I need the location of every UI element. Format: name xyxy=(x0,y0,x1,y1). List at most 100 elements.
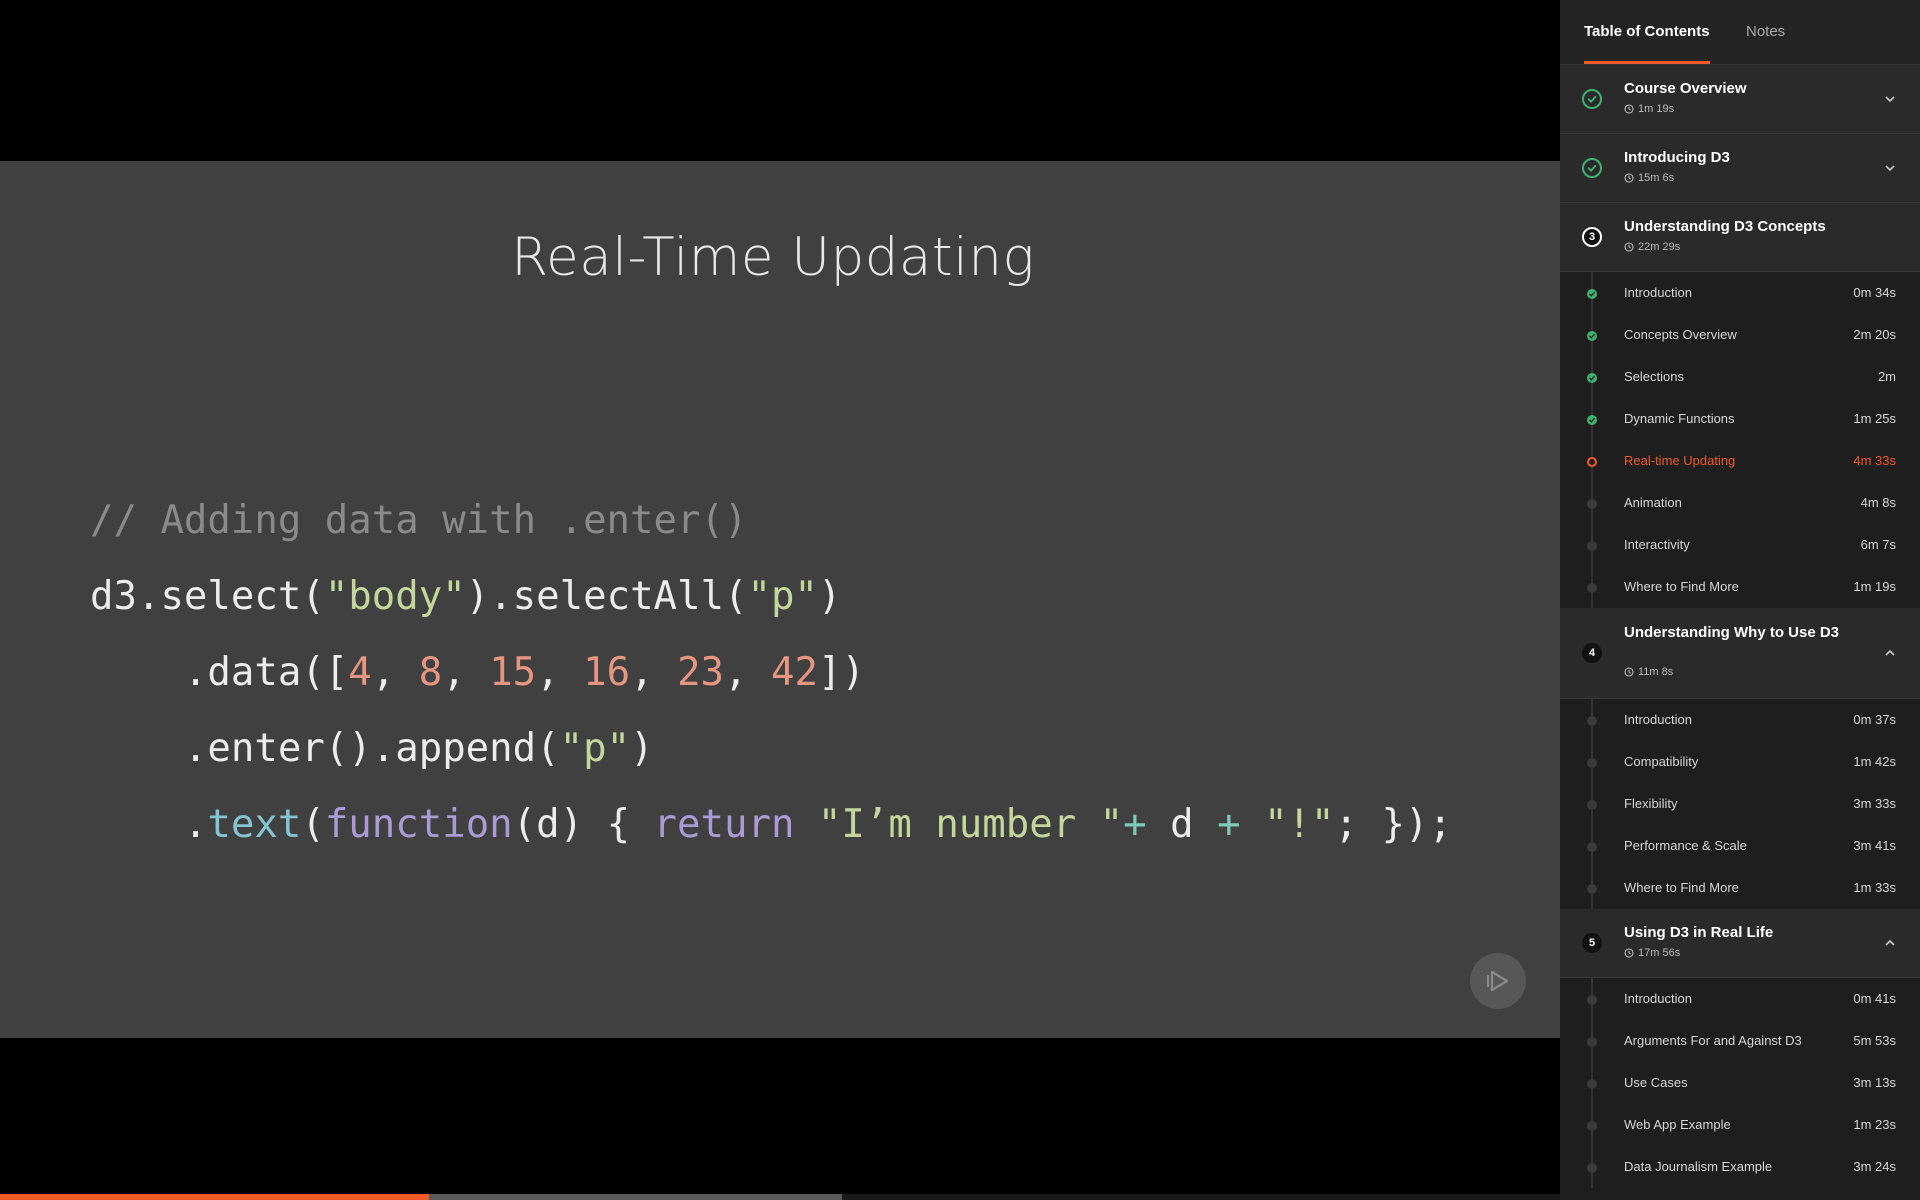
module-duration-text: 11m 8s xyxy=(1638,666,1674,678)
clip-item[interactable]: Dynamic Functions 1m 25s xyxy=(1560,398,1920,440)
check-icon xyxy=(1587,95,1597,104)
clip-item[interactable]: Compatibility 1m 42s xyxy=(1560,741,1920,783)
clip-status-dot xyxy=(1587,457,1597,467)
clip-item[interactable]: Arguments For and Against D3 5m 53s xyxy=(1560,1020,1920,1062)
clip-duration: 1m 25s xyxy=(1853,411,1896,426)
clip-item[interactable]: Where to Find More 1m 33s xyxy=(1560,867,1920,909)
clip-item[interactable]: Data Journalism Example 3m 24s xyxy=(1560,1146,1920,1188)
clip-item[interactable]: Where to Find More 1m 19s xyxy=(1560,566,1920,608)
code-token: , xyxy=(536,650,584,695)
clip-duration: 3m 33s xyxy=(1853,796,1896,811)
module-header[interactable]: 5 Using D3 in Real Life 17m 56s xyxy=(1560,909,1920,978)
clock-icon xyxy=(1624,173,1634,183)
clip-duration: 3m 41s xyxy=(1853,838,1896,853)
clock-icon xyxy=(1624,948,1634,958)
clip-item[interactable]: Performance & Scale 3m 41s xyxy=(1560,825,1920,867)
module-title: Understanding Why to Use D3 xyxy=(1624,624,1840,641)
clip-status-dot xyxy=(1587,758,1597,768)
module-status-badge xyxy=(1582,89,1602,109)
clip-title: Selections xyxy=(1624,369,1684,384)
chevron-up-icon[interactable] xyxy=(1882,935,1898,951)
code-token: "p" xyxy=(559,726,631,771)
module-list: Course Overview 1m 19s Introducing D3 15m 6… xyxy=(1560,65,1920,1188)
clip-item[interactable]: Flexibility 3m 33s xyxy=(1560,783,1920,825)
code-token: 42 xyxy=(771,650,818,695)
clip-list: Introduction 0m 37s Compatibility 1m 42s Fle… xyxy=(1560,699,1920,909)
clip-item[interactable]: Introduction 0m 34s xyxy=(1560,272,1920,314)
progress-bar[interactable] xyxy=(0,1194,1560,1200)
code-token: + xyxy=(1123,802,1147,847)
code-line: d3.select("body").selectAll("p") xyxy=(90,559,1452,635)
module-number: 4 xyxy=(1588,647,1596,659)
clip-status-dot xyxy=(1587,583,1597,593)
clip-item[interactable]: Web App Example 1m 23s xyxy=(1560,1104,1920,1146)
clip-status-dot xyxy=(1587,541,1597,551)
clip-status-dot xyxy=(1587,800,1597,810)
clip-status-dot xyxy=(1587,1079,1597,1089)
video-player[interactable]: Real-Time Updating // Adding data with .… xyxy=(0,0,1560,1200)
code-token: 23 xyxy=(677,650,725,695)
clip-duration: 0m 37s xyxy=(1853,712,1896,727)
clip-status-dot xyxy=(1587,716,1597,726)
check-icon xyxy=(1587,373,1597,383)
clock-icon xyxy=(1624,242,1634,252)
code-token: ( xyxy=(301,802,325,847)
module-header[interactable]: Introducing D3 15m 6s xyxy=(1560,134,1920,203)
check-icon xyxy=(1587,164,1597,173)
clip-title: Introduction xyxy=(1624,285,1692,300)
chevron-down-icon[interactable] xyxy=(1882,160,1898,176)
tab-table-of-contents[interactable]: Table of Contents xyxy=(1584,0,1710,64)
check-mark-icon xyxy=(1589,291,1595,297)
code-token: "I’m number " xyxy=(817,802,1124,847)
module-header[interactable]: Course Overview 1m 19s xyxy=(1560,65,1920,134)
clip-item[interactable]: Animation 4m 8s xyxy=(1560,482,1920,524)
clip-title: Real-time Updating xyxy=(1624,453,1736,468)
code-token: ]) xyxy=(817,650,865,695)
code-token: return xyxy=(653,802,795,847)
clip-item[interactable]: Concepts Overview 2m 20s xyxy=(1560,314,1920,356)
module-duration-text: 15m 6s xyxy=(1638,172,1675,184)
module-status-badge xyxy=(1582,158,1602,178)
module-header[interactable]: 4 Understanding Why to Use D3 11m 8s xyxy=(1560,608,1920,699)
clip-item[interactable]: Introduction 0m 41s xyxy=(1560,978,1920,1020)
clip-title: Concepts Overview xyxy=(1624,327,1737,342)
code-token: ) xyxy=(630,726,654,771)
code-token: . xyxy=(90,802,208,847)
code-token: + xyxy=(1217,802,1241,847)
code-block: // Adding data with .enter() d3.select("b… xyxy=(90,483,1452,863)
clip-title: Performance & Scale xyxy=(1624,838,1747,853)
clip-title: Introduction xyxy=(1624,991,1692,1006)
clip-duration: 3m 13s xyxy=(1853,1075,1896,1090)
clip-title: Use Cases xyxy=(1624,1075,1688,1090)
module-title: Introducing D3 xyxy=(1624,149,1730,166)
code-token: .enter().append( xyxy=(90,726,560,771)
code-token: .data([ xyxy=(90,650,349,695)
chevron-down-icon[interactable] xyxy=(1882,91,1898,107)
play-button[interactable] xyxy=(1470,953,1526,1009)
clip-title: Interactivity xyxy=(1624,537,1690,552)
module-header[interactable]: 3 Understanding D3 Concepts 22m 29s xyxy=(1560,203,1920,272)
course-sidebar: Table of Contents Notes Course Overview 1… xyxy=(1560,0,1920,1200)
module-status-badge: 5 xyxy=(1582,933,1602,953)
code-token: ; }); xyxy=(1334,802,1452,847)
clip-status-dot xyxy=(1587,842,1597,852)
clip-list: Introduction 0m 41s Arguments For and Agai… xyxy=(1560,978,1920,1188)
code-token: 16 xyxy=(583,650,631,695)
clip-item[interactable]: Real-time Updating 4m 33s xyxy=(1560,440,1920,482)
clip-item[interactable]: Interactivity 6m 7s xyxy=(1560,524,1920,566)
clip-item[interactable]: Introduction 0m 37s xyxy=(1560,699,1920,741)
clip-item[interactable]: Use Cases 3m 13s xyxy=(1560,1062,1920,1104)
tab-notes[interactable]: Notes xyxy=(1746,0,1785,64)
clock-icon xyxy=(1624,104,1634,114)
module-duration: 1m 19s xyxy=(1624,103,1674,115)
module-status-badge: 4 xyxy=(1582,643,1602,663)
clip-duration: 1m 42s xyxy=(1853,754,1896,769)
chevron-up-icon[interactable] xyxy=(1882,645,1898,661)
clip-status-dot xyxy=(1587,1121,1597,1131)
check-mark-icon xyxy=(1589,375,1595,381)
clip-status-dot xyxy=(1587,995,1597,1005)
clip-item[interactable]: Selections 2m xyxy=(1560,356,1920,398)
clip-duration: 1m 23s xyxy=(1853,1117,1896,1132)
clip-duration: 0m 34s xyxy=(1853,285,1896,300)
